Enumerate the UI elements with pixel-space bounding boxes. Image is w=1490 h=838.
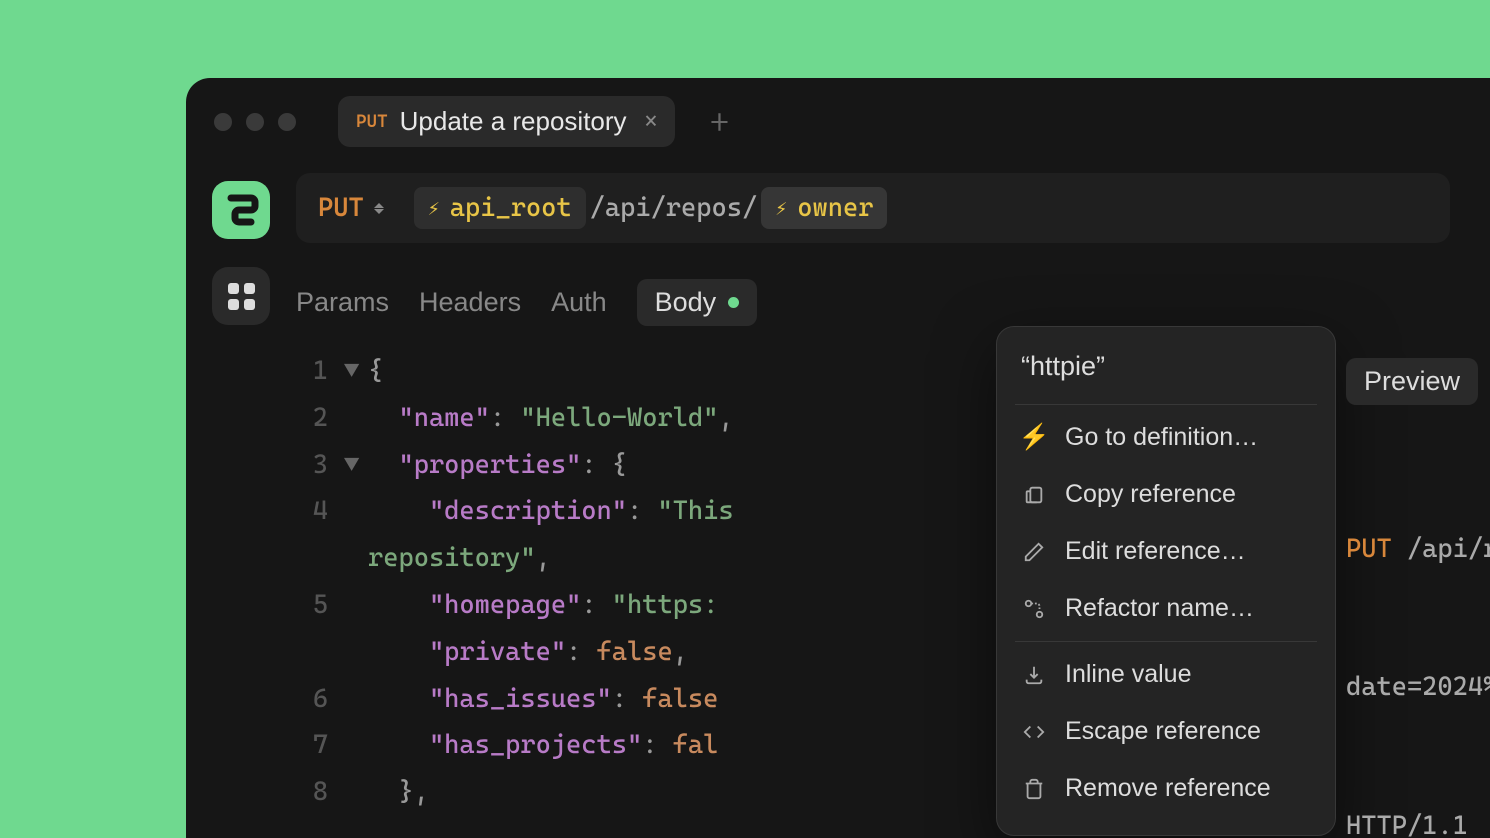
tab-title: Update a repository [400,106,627,137]
url-path-text: /api/repos/ [590,193,758,223]
clipboard-icon [1021,482,1047,508]
code-icon [1021,719,1047,745]
divider [1015,404,1317,405]
menu-refactor-name[interactable]: Refactor name… [997,580,1335,637]
url-input[interactable]: ⚡ api_root /api/repos/ ⚡ owner [414,187,888,229]
close-window[interactable] [214,113,232,131]
method-label: PUT [318,193,364,223]
context-menu-title: “httpie” [997,345,1335,400]
menu-label: Refactor name… [1065,594,1254,623]
tab-headers[interactable]: Headers [419,287,521,318]
menu-escape-reference[interactable]: Escape reference [997,703,1335,760]
tab-method-badge: PUT [356,111,388,132]
menu-label: Copy reference [1065,480,1236,509]
app-window: PUT Update a repository × + PUT [186,78,1490,838]
method-select[interactable]: PUT [318,193,384,223]
line-number: 8 [296,769,344,816]
variable-name: api_root [450,193,572,223]
preview-content: PUT /api/repos/oc date=2024%2F05%2F HTTP… [1346,433,1490,838]
menu-go-to-definition[interactable]: ⚡ Go to definition… [997,409,1335,466]
grid-icon [228,283,255,310]
variable-chip-owner[interactable]: ⚡ owner [761,187,887,229]
tab-params[interactable]: Params [296,287,389,318]
line-number: 5 [296,582,344,629]
trash-icon [1021,776,1047,802]
bolt-icon: ⚡ [775,196,787,220]
preview-tabs: Preview Transactions [1346,358,1490,405]
add-tab-button[interactable]: + [709,102,729,142]
menu-edit-reference[interactable]: Edit reference… [997,523,1335,580]
titlebar: PUT Update a repository × + [186,78,1490,165]
menu-label: Go to definition… [1065,423,1258,452]
menu-inline-value[interactable]: Inline value [997,646,1335,703]
menu-copy-reference[interactable]: Copy reference [997,466,1335,523]
sidebar [186,165,296,816]
line-number: 4 [296,488,344,535]
close-tab-icon[interactable]: × [645,109,658,134]
app-logo[interactable] [212,181,270,239]
variable-name: owner [797,193,873,223]
pencil-icon [1021,539,1047,565]
modified-indicator [728,297,739,308]
refactor-icon [1021,596,1047,622]
url-bar[interactable]: PUT ⚡ api_root /api/repos/ ⚡ owner [296,173,1450,243]
menu-remove-reference[interactable]: Remove reference [997,760,1335,817]
traffic-lights [214,113,296,131]
request-tab[interactable]: PUT Update a repository × [338,96,675,147]
fold-icon[interactable]: ▼ [344,442,368,489]
minimize-window[interactable] [246,113,264,131]
tab-preview[interactable]: Preview [1346,358,1478,405]
chevron-updown-icon [374,203,384,214]
tab-body[interactable]: Body [637,279,758,326]
line-number: 7 [296,722,344,769]
download-icon [1021,662,1047,688]
bolt-icon: ⚡ [1021,425,1047,451]
request-tabs: Params Headers Auth Body [296,279,1490,326]
line-number: 3 [296,442,344,489]
line-number: 2 [296,395,344,442]
line-number: 6 [296,676,344,723]
preview-panel: Preview Transactions PUT /api/repos/oc d… [1346,358,1490,838]
httpie-logo-icon [223,192,259,228]
fold-icon[interactable]: ▼ [344,348,368,395]
maximize-window[interactable] [278,113,296,131]
context-menu: “httpie” ⚡ Go to definition… Copy refere… [996,326,1336,836]
tab-body-label: Body [655,287,717,318]
tab-auth[interactable]: Auth [551,287,607,318]
divider [1015,641,1317,642]
menu-label: Remove reference [1065,774,1271,803]
menu-label: Edit reference… [1065,537,1246,566]
line-number: 1 [296,348,344,395]
variable-chip-api-root[interactable]: ⚡ api_root [414,187,586,229]
menu-label: Escape reference [1065,717,1261,746]
menu-label: Inline value [1065,660,1191,689]
bolt-icon: ⚡ [428,196,440,220]
collections-button[interactable] [212,267,270,325]
